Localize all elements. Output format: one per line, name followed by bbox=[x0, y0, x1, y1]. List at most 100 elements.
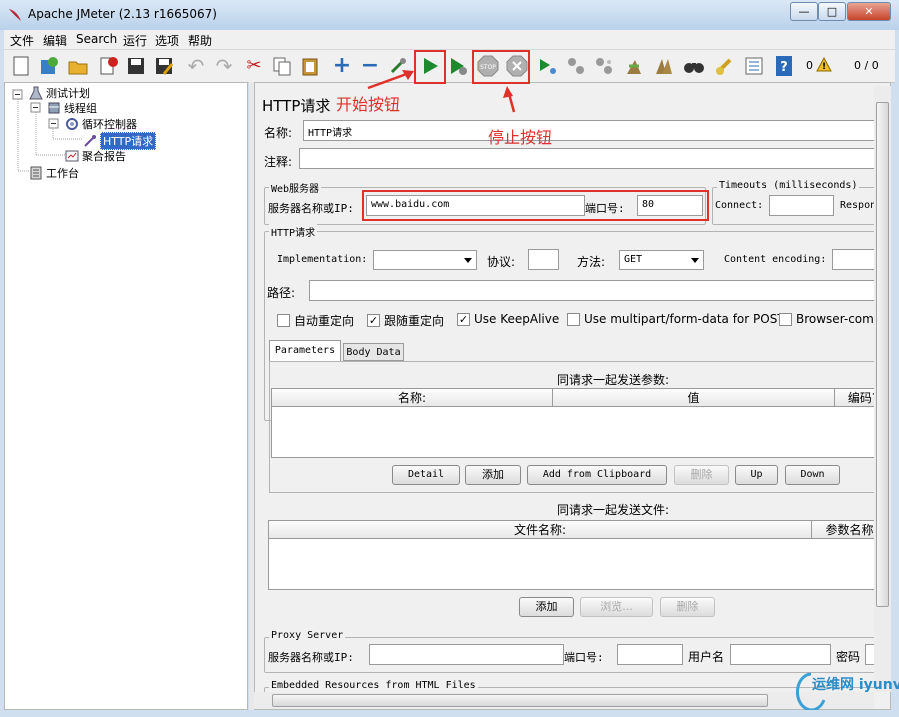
stop-button-highlight bbox=[472, 50, 530, 84]
proxy-user-label: 用户名 bbox=[688, 650, 725, 664]
open-icon[interactable] bbox=[66, 54, 90, 78]
save-as-icon[interactable] bbox=[152, 54, 176, 78]
tree-item-label: 循环控制器 bbox=[82, 118, 137, 131]
checkbox-box bbox=[779, 312, 792, 326]
loop-controller-icon bbox=[65, 117, 79, 131]
start-no-pause-icon[interactable] bbox=[446, 54, 470, 78]
checkbox-box bbox=[277, 314, 290, 327]
delete-file-button[interactable]: 删除 bbox=[660, 597, 715, 617]
save-icon[interactable] bbox=[124, 54, 148, 78]
implementation-select[interactable] bbox=[373, 250, 477, 270]
undo-icon[interactable]: ↶ bbox=[184, 54, 208, 78]
detail-button[interactable]: Detail bbox=[392, 465, 460, 485]
browser-compatible-checkbox[interactable]: Browser-comp bbox=[779, 312, 881, 326]
files-table[interactable] bbox=[268, 538, 890, 590]
minimize-button[interactable]: — bbox=[790, 2, 818, 21]
remote-stop-icon[interactable] bbox=[564, 54, 588, 78]
menu-options[interactable]: 选项 bbox=[155, 32, 179, 49]
comment-field[interactable] bbox=[299, 148, 883, 169]
close-button[interactable]: ✕ bbox=[847, 2, 891, 21]
tree-item-workbench[interactable]: 工作台 bbox=[29, 165, 79, 181]
warning-count: 0 bbox=[806, 59, 813, 72]
tab-parameters[interactable]: Parameters bbox=[269, 340, 341, 361]
redo-icon[interactable]: ↷ bbox=[212, 54, 236, 78]
proxy-port-field[interactable] bbox=[617, 644, 683, 665]
method-select[interactable]: GET bbox=[619, 250, 704, 270]
stop-arrow-icon bbox=[503, 86, 516, 113]
params-table[interactable] bbox=[271, 406, 890, 458]
tree-item-test-plan[interactable]: 测试计划 bbox=[29, 85, 90, 101]
reset-search-icon[interactable] bbox=[712, 54, 736, 78]
tree-item-label: 工作台 bbox=[46, 167, 79, 180]
timeouts-title: Timeouts (milliseconds) bbox=[717, 180, 860, 191]
tab-body-data[interactable]: Body Data bbox=[343, 343, 404, 361]
add-from-clipboard-button[interactable]: Add from Clipboard bbox=[527, 465, 667, 485]
menu-run[interactable]: 运行 bbox=[123, 32, 147, 49]
multipart-checkbox[interactable]: Use multipart/form-data for POST bbox=[567, 312, 785, 326]
warning-icon[interactable]: ! bbox=[816, 57, 832, 72]
auto-redirect-checkbox[interactable]: 自动重定向 bbox=[277, 312, 354, 329]
function-helper-icon[interactable] bbox=[742, 54, 766, 78]
up-button[interactable]: Up bbox=[735, 465, 778, 485]
files-caption: 同请求一起发送文件: bbox=[557, 503, 670, 517]
delete-param-button[interactable]: 删除 bbox=[674, 465, 729, 485]
vertical-scrollbar[interactable] bbox=[874, 86, 891, 692]
proxy-server-label: 服务器名称或IP: bbox=[268, 651, 354, 664]
maximize-button[interactable]: □ bbox=[818, 2, 846, 21]
add-file-button[interactable]: 添加 bbox=[519, 597, 574, 617]
connect-timeout-field[interactable] bbox=[769, 195, 834, 216]
window-title: Apache JMeter (2.13 r1665067) bbox=[28, 7, 217, 21]
clear-icon[interactable] bbox=[622, 54, 646, 78]
proxy-port-label: 端口号: bbox=[564, 651, 604, 664]
down-button[interactable]: Down bbox=[785, 465, 840, 485]
help-icon[interactable]: ? bbox=[772, 54, 796, 78]
watermark-text: 运维网 iyunv.com bbox=[812, 677, 899, 693]
tree-item-aggregate-report[interactable]: 聚合报告 bbox=[65, 148, 126, 164]
new-icon[interactable] bbox=[9, 54, 33, 78]
method-label: 方法: bbox=[577, 255, 606, 269]
menu-file[interactable]: 文件 bbox=[10, 32, 34, 49]
remote-shutdown-icon[interactable] bbox=[592, 54, 616, 78]
params-column-name[interactable]: 名称: bbox=[271, 388, 553, 407]
remote-start-icon[interactable] bbox=[536, 54, 560, 78]
search-icon[interactable] bbox=[682, 54, 706, 78]
tree-item-loop-controller[interactable]: 循环控制器 bbox=[65, 116, 137, 132]
paste-icon[interactable] bbox=[298, 54, 322, 78]
protocol-field[interactable] bbox=[528, 249, 559, 270]
close-file-icon[interactable] bbox=[97, 54, 121, 78]
http-request-panel: HTTP请求 名称: HTTP请求 注释: Web服务器 服务器名称或IP: w… bbox=[254, 82, 891, 710]
menu-bar: 文件 编辑 Search 运行 选项 帮助 bbox=[4, 30, 895, 50]
params-column-value[interactable]: 值 bbox=[552, 388, 835, 407]
files-column-filename[interactable]: 文件名称: bbox=[268, 520, 812, 539]
keepalive-checkbox[interactable]: ✓ Use KeepAlive bbox=[457, 312, 559, 326]
tree-item-thread-group[interactable]: 线程组 bbox=[47, 100, 97, 116]
browse-button[interactable]: 浏览... bbox=[580, 597, 653, 617]
scrollbar-thumb[interactable] bbox=[876, 102, 889, 607]
connect-label: Connect: bbox=[715, 200, 764, 211]
follow-redirect-checkbox[interactable]: ✓ 跟随重定向 bbox=[367, 312, 444, 329]
thread-status: 0 / 0 bbox=[854, 59, 879, 72]
pipette-icon bbox=[83, 134, 97, 148]
clear-all-icon[interactable] bbox=[652, 54, 676, 78]
params-caption: 同请求一起发送参数: bbox=[557, 373, 670, 387]
templates-icon[interactable] bbox=[37, 54, 61, 78]
proxy-user-field[interactable] bbox=[730, 644, 831, 665]
content-encoding-label: Content encoding: bbox=[724, 254, 827, 265]
horizontal-scrollbar[interactable] bbox=[254, 692, 874, 709]
proxy-server-field[interactable] bbox=[369, 644, 564, 665]
menu-help[interactable]: 帮助 bbox=[188, 32, 212, 49]
scrollbar-thumb[interactable] bbox=[272, 694, 768, 707]
report-icon bbox=[65, 149, 79, 163]
watermark: 运维网 iyunv.com bbox=[796, 668, 899, 714]
expand-icon[interactable]: + bbox=[330, 54, 354, 78]
path-field[interactable] bbox=[309, 280, 890, 301]
menu-search[interactable]: Search bbox=[76, 32, 117, 46]
name-field[interactable]: HTTP请求 bbox=[303, 120, 883, 141]
add-param-button[interactable]: 添加 bbox=[465, 465, 521, 485]
cut-icon[interactable]: ✂ bbox=[242, 54, 266, 78]
proxy-password-label: 密码 bbox=[836, 650, 861, 664]
workbench-icon bbox=[29, 166, 43, 180]
protocol-label: 协议: bbox=[487, 255, 516, 269]
menu-edit[interactable]: 编辑 bbox=[43, 32, 67, 49]
copy-icon[interactable] bbox=[270, 54, 294, 78]
